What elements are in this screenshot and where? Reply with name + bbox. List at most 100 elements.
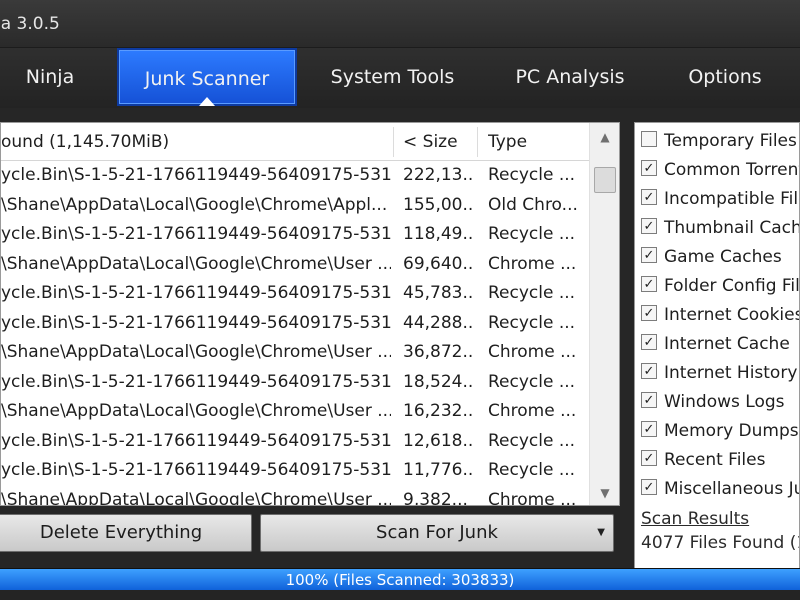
scan-for-junk-button[interactable]: Scan For Junk ▼ [260,514,614,552]
table-row[interactable]: ycle.Bin\S-1-5-21-1766119449-56409175-53… [1,368,589,398]
triangle-down-icon[interactable]: ▼ [597,515,605,551]
junk-file-list[interactable]: ound (1,145.70MiB) < Size Type ycle.Bin\… [0,122,620,506]
cell-size: 45,783... [403,283,475,303]
junk-category-panel: Temporary Files ✓ Common Torrent ✓ Incompa… [634,122,800,570]
category-internet-cache[interactable]: ✓ Internet Cache [641,330,790,359]
cell-type: Old Chro... [488,194,578,215]
table-row[interactable]: ycle.Bin\S-1-5-21-1766119449-56409175-53… [1,161,589,191]
category-common-torrent[interactable]: ✓ Common Torrent [641,156,800,185]
scroll-down-arrow-icon[interactable]: ▼ [590,481,620,505]
checkbox-checked-icon[interactable]: ✓ [641,421,657,437]
category-internet-history[interactable]: ✓ Internet History [641,359,797,388]
category-label: Recent Files [664,450,766,470]
cell-path: ycle.Bin\S-1-5-21-1766119449-56409175-53… [1,371,391,392]
cell-size: 11,776... [403,460,475,480]
table-row[interactable]: ycle.Bin\S-1-5-21-1766119449-56409175-53… [1,427,589,457]
cell-path: ycle.Bin\S-1-5-21-1766119449-56409175-53… [1,224,391,244]
checkbox-checked-icon[interactable]: ✓ [641,334,657,350]
table-row[interactable]: \Shane\AppData\Local\Google\Chrome\User … [1,250,589,280]
category-temporary-files[interactable]: Temporary Files [641,127,797,156]
tab-options-label: Options [688,66,762,88]
cell-size: 9,382... [403,489,468,506]
checkbox-checked-icon[interactable]: ✓ [641,305,657,321]
scroll-up-arrow-icon[interactable]: ▲ [590,125,620,149]
table-row[interactable]: \Shane\AppData\Local\Google\Chrome\User … [1,397,589,427]
category-windows-logs[interactable]: ✓ Windows Logs [641,388,785,417]
column-header-found[interactable]: ound (1,145.70MiB) [1,123,391,161]
tab-pc-analysis[interactable]: PC Analysis [490,48,650,108]
cell-path: \Shane\AppData\Local\Google\Chrome\User … [1,342,391,362]
table-row[interactable]: ycle.Bin\S-1-5-21-1766119449-56409175-53… [1,220,589,250]
table-row[interactable]: \Shane\AppData\Local\Google\Chrome\Appl.… [1,191,589,221]
cell-path: ycle.Bin\S-1-5-21-1766119449-56409175-53… [1,460,391,480]
scan-progress-bar: 100% (Files Scanned: 303833) [0,568,800,591]
category-recent-files[interactable]: ✓ Recent Files [641,446,765,475]
category-label: Folder Config File [664,276,800,296]
tab-system-tools-label: System Tools [330,66,455,88]
checkbox-unchecked-icon[interactable] [641,131,657,147]
delete-everything-label: Delete Everything [39,522,203,543]
category-label: Memory Dumps [664,421,799,441]
column-header-size[interactable]: < Size [403,123,475,161]
category-folder-config-files[interactable]: ✓ Folder Config File [641,272,800,301]
checkbox-checked-icon[interactable]: ✓ [641,160,657,176]
checkbox-checked-icon[interactable]: ✓ [641,479,657,495]
table-row[interactable]: \Shane\AppData\Local\Google\Chrome\User … [1,486,589,506]
category-internet-cookies[interactable]: ✓ Internet Cookies [641,301,800,330]
scan-results-link[interactable]: Scan Results [641,509,749,529]
file-list-scrollbar[interactable]: ▲ ▼ [589,123,619,505]
category-label: Windows Logs [664,392,785,412]
tab-junk-scanner[interactable]: Junk Scanner [117,48,297,106]
cell-type: Recycle ... [488,312,576,333]
table-row[interactable]: ycle.Bin\S-1-5-21-1766119449-56409175-53… [1,456,589,486]
checkbox-checked-icon[interactable]: ✓ [641,247,657,263]
table-row[interactable]: ycle.Bin\S-1-5-21-1766119449-56409175-53… [1,279,589,309]
category-thumbnail-cache[interactable]: ✓ Thumbnail Cache [641,214,799,243]
main-nav: Ninja Junk Scanner System Tools PC Analy… [0,48,800,108]
tab-ninja[interactable]: Ninja [0,48,100,108]
checkbox-checked-icon[interactable]: ✓ [641,276,657,292]
category-memory-dumps[interactable]: ✓ Memory Dumps [641,417,799,446]
table-row[interactable]: \Shane\AppData\Local\Google\Chrome\User … [1,338,589,368]
checkbox-checked-icon[interactable]: ✓ [641,189,657,205]
cell-path: ycle.Bin\S-1-5-21-1766119449-56409175-53… [1,430,391,451]
category-label: Temporary Files [664,131,797,151]
category-label: Game Caches [664,247,782,267]
cell-path: ycle.Bin\S-1-5-21-1766119449-56409175-53… [1,165,391,185]
files-found-summary: 4077 Files Found (1, [641,533,800,553]
column-separator [477,127,478,157]
checkbox-checked-icon[interactable]: ✓ [641,363,657,379]
cell-path: ycle.Bin\S-1-5-21-1766119449-56409175-53… [1,283,391,303]
active-tab-caret-icon [199,97,215,106]
checkbox-checked-icon[interactable]: ✓ [641,450,657,466]
cell-type: Recycle ... [488,165,576,185]
file-list-rows: ycle.Bin\S-1-5-21-1766119449-56409175-53… [1,161,589,505]
category-incompatible-files[interactable]: ✓ Incompatible File [641,185,799,214]
column-header-type[interactable]: Type [488,123,588,161]
cell-size: 222,13... [403,165,475,185]
cell-type: Recycle ... [488,283,576,303]
cell-size: 12,618... [403,430,475,451]
cell-size: 16,232... [403,401,475,421]
tab-ninja-label: Ninja [25,66,75,88]
cell-type: Recycle ... [488,460,576,480]
category-game-caches[interactable]: ✓ Game Caches [641,243,782,272]
cell-type: Chrome ... [488,401,577,421]
category-miscellaneous-junk[interactable]: ✓ Miscellaneous Ju [641,475,799,504]
cell-type: Chrome ... [488,489,577,506]
category-label: Common Torrent [664,160,800,180]
category-label: Internet Cache [664,334,790,354]
tab-junk-scanner-label: Junk Scanner [144,68,270,90]
cell-size: 155,00... [403,194,475,215]
cell-path: ycle.Bin\S-1-5-21-1766119449-56409175-53… [1,312,391,333]
checkbox-checked-icon[interactable]: ✓ [641,392,657,408]
tab-system-tools[interactable]: System Tools [310,48,475,108]
checkbox-checked-icon[interactable]: ✓ [641,218,657,234]
category-label: Internet Cookies [664,305,800,325]
tab-options[interactable]: Options [665,48,785,108]
delete-everything-button[interactable]: Delete Everything [0,514,252,552]
scroll-thumb[interactable] [594,167,616,193]
cell-path: \Shane\AppData\Local\Google\Chrome\User … [1,401,391,421]
cell-type: Chrome ... [488,253,577,274]
table-row[interactable]: ycle.Bin\S-1-5-21-1766119449-56409175-53… [1,309,589,339]
